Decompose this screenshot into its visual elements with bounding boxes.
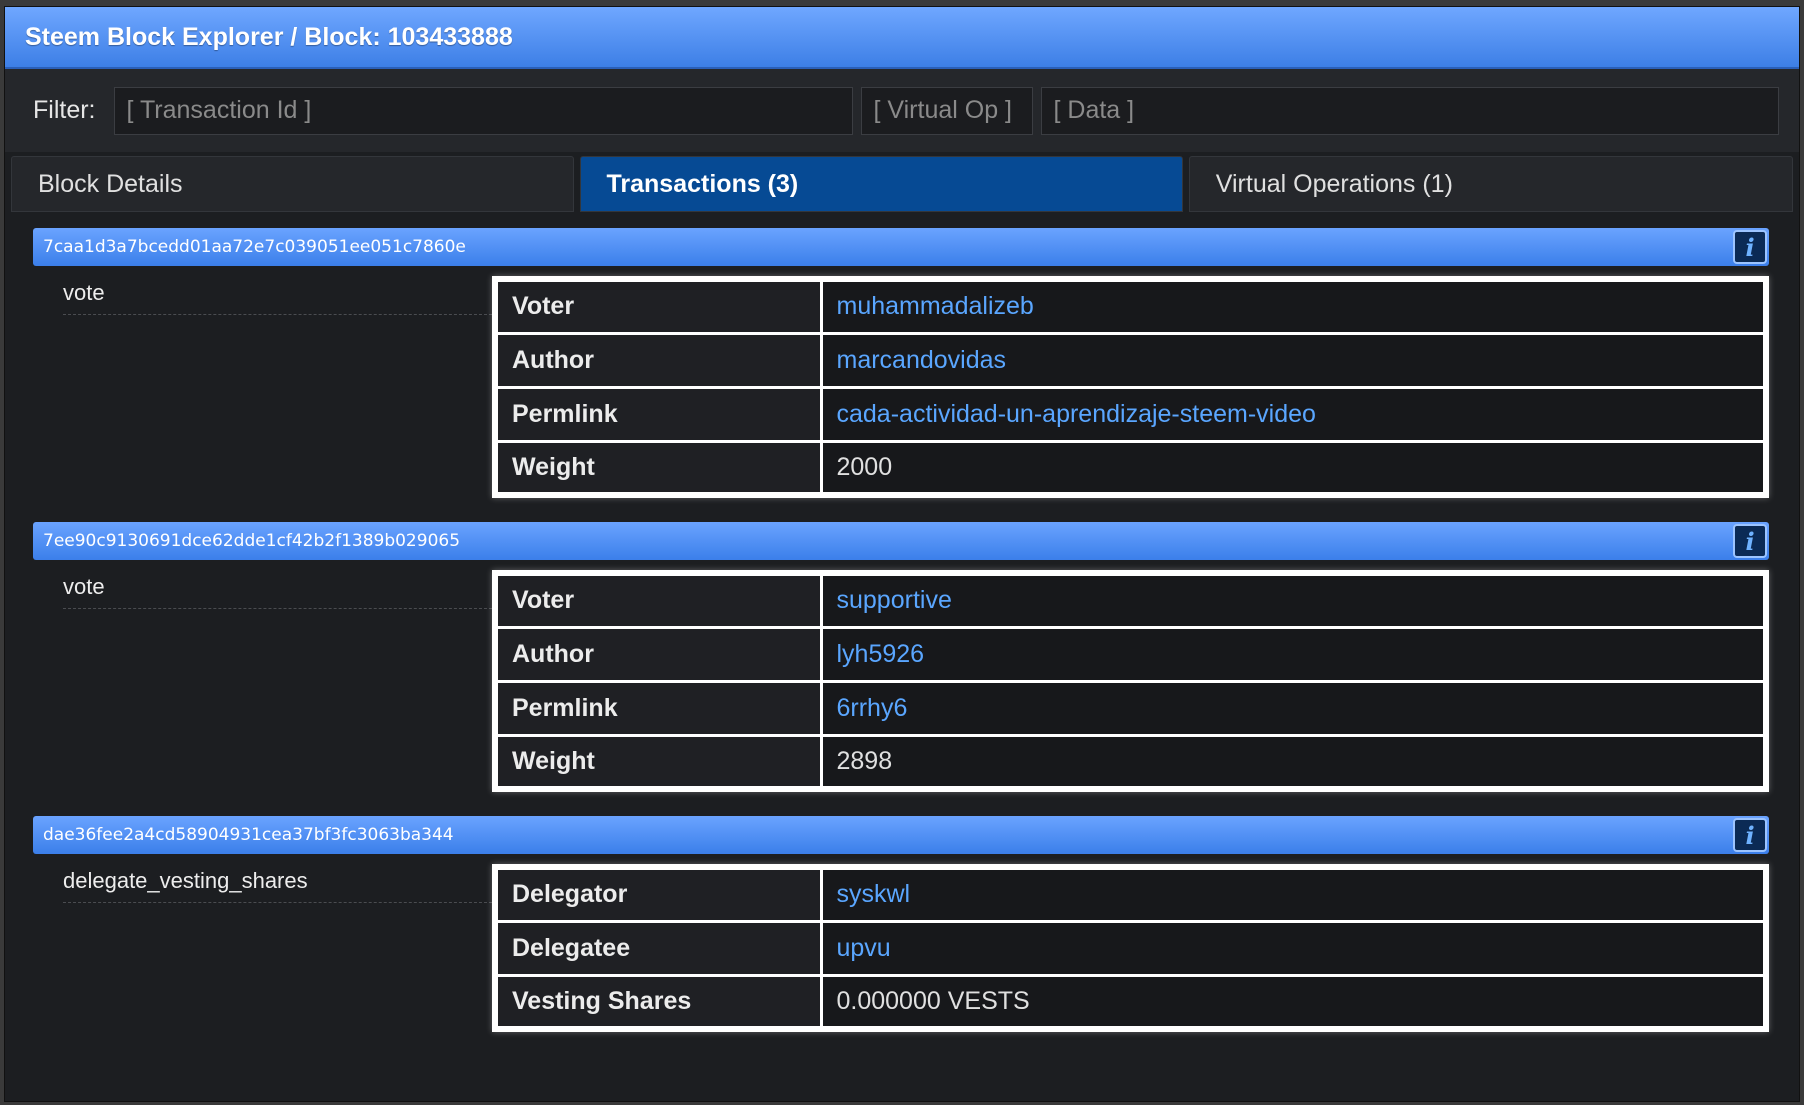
field-key: Vesting Shares [493, 973, 823, 1031]
transaction-header: dae36fee2a4cd58904931cea37bf3fc3063ba344… [33, 816, 1769, 854]
field-value: 0.000000 VESTS [819, 973, 1768, 1031]
transaction: 7ee90c9130691dce62dde1cf42b2f1389b029065… [33, 522, 1769, 792]
field-value: 2000 [819, 439, 1768, 497]
window-title: Steem Block Explorer / Block: 103433888 [5, 7, 1799, 69]
operation-fields-table: Delegator syskwl Delegatee upvu Vesting … [492, 864, 1769, 1032]
table-row: Delegatee upvu [493, 919, 1768, 977]
info-icon[interactable]: i [1733, 818, 1767, 852]
table-row: Weight 2000 [493, 439, 1768, 497]
transaction-id-filter-input[interactable] [113, 86, 853, 135]
transaction-header: 7ee90c9130691dce62dde1cf42b2f1389b029065… [33, 522, 1769, 560]
operation-fields-table: Voter supportive Author lyh5926 Permlink… [492, 570, 1769, 792]
table-row: Voter supportive [493, 571, 1768, 629]
transaction: 7caa1d3a7bcedd01aa72e7c039051ee051c7860e… [33, 228, 1769, 498]
table-row: Weight 2898 [493, 733, 1768, 791]
virtual-op-filter-input[interactable] [860, 86, 1033, 135]
data-filter-input[interactable] [1040, 86, 1779, 135]
transactions-list: 7caa1d3a7bcedd01aa72e7c039051ee051c7860e… [5, 214, 1799, 1032]
tab-bar: Block Details Transactions (3) Virtual O… [5, 152, 1799, 214]
field-key: Delegatee [493, 919, 823, 977]
tab-virtual-operations[interactable]: Virtual Operations (1) [1188, 156, 1793, 212]
field-value-link[interactable]: upvu [819, 919, 1768, 977]
field-value-link[interactable]: 6rrhy6 [819, 679, 1768, 737]
transaction-id[interactable]: 7ee90c9130691dce62dde1cf42b2f1389b029065 [43, 531, 460, 551]
operation-name: vote [63, 570, 492, 609]
field-key: Author [493, 625, 823, 683]
tab-transactions[interactable]: Transactions (3) [579, 156, 1183, 212]
field-key: Voter [493, 277, 823, 335]
field-value-link[interactable]: cada-actividad-un-aprendizaje-steem-vide… [819, 385, 1768, 443]
operation-fields-table: Voter muhammadalizeb Author marcandovida… [492, 276, 1769, 498]
transaction: dae36fee2a4cd58904931cea37bf3fc3063ba344… [33, 816, 1769, 1032]
table-row: Voter muhammadalizeb [493, 277, 1768, 335]
field-key: Author [493, 331, 823, 389]
field-value-link[interactable]: marcandovidas [819, 331, 1768, 389]
field-value-link[interactable]: lyh5926 [819, 625, 1768, 683]
field-value-link[interactable]: muhammadalizeb [819, 277, 1768, 335]
field-value: 2898 [819, 733, 1768, 791]
field-key: Delegator [493, 865, 823, 923]
table-row: Author lyh5926 [493, 625, 1768, 683]
table-row: Author marcandovidas [493, 331, 1768, 389]
field-value-link[interactable]: syskwl [819, 865, 1768, 923]
transaction-header: 7caa1d3a7bcedd01aa72e7c039051ee051c7860e… [33, 228, 1769, 266]
filter-bar: Filter: [5, 69, 1799, 152]
field-key: Permlink [493, 679, 823, 737]
field-value-link[interactable]: supportive [819, 571, 1768, 629]
field-key: Permlink [493, 385, 823, 443]
table-row: Permlink cada-actividad-un-aprendizaje-s… [493, 385, 1768, 443]
field-key: Voter [493, 571, 823, 629]
transaction-id[interactable]: 7caa1d3a7bcedd01aa72e7c039051ee051c7860e [43, 237, 466, 257]
info-icon[interactable]: i [1733, 524, 1767, 558]
field-key: Weight [493, 733, 823, 791]
explorer-window: Steem Block Explorer / Block: 103433888 … [4, 6, 1800, 1102]
table-row: Permlink 6rrhy6 [493, 679, 1768, 737]
table-row: Delegator syskwl [493, 865, 1768, 923]
table-row: Vesting Shares 0.000000 VESTS [493, 973, 1768, 1031]
transaction-id[interactable]: dae36fee2a4cd58904931cea37bf3fc3063ba344 [43, 825, 454, 845]
tab-block-details[interactable]: Block Details [11, 156, 574, 212]
field-key: Weight [493, 439, 823, 497]
filter-label: Filter: [33, 96, 96, 124]
info-icon[interactable]: i [1733, 230, 1767, 264]
operation-name: vote [63, 276, 492, 315]
operation-name: delegate_vesting_shares [63, 864, 492, 903]
